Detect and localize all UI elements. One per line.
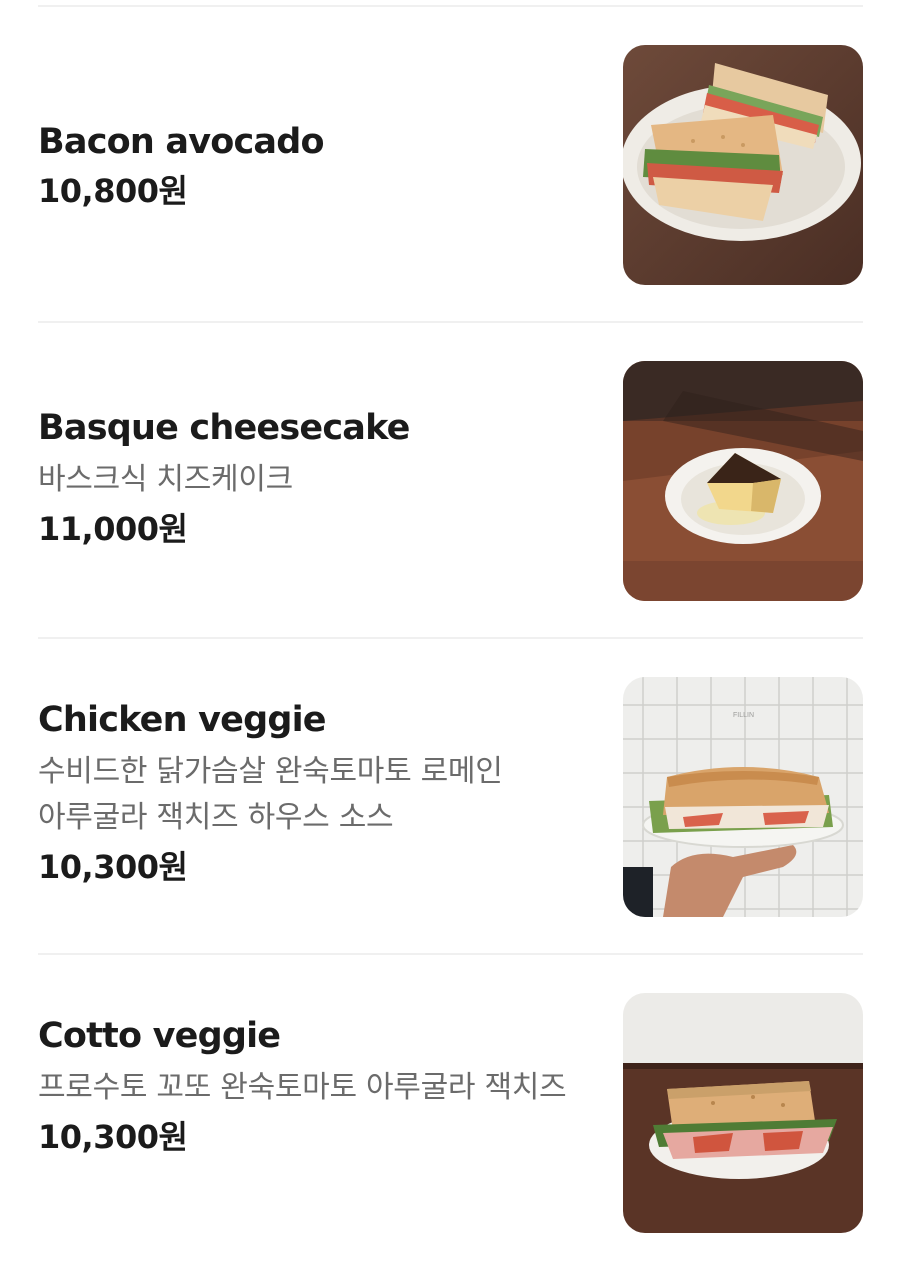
cotto-veggie-sandwich-photo[interactable] [623, 993, 863, 1233]
menu-list: Bacon avocado 10,800원 Basque cheesecake … [38, 0, 863, 1269]
menu-item-price: 10,800원 [38, 172, 188, 210]
menu-item-description: 프로수토 꼬또 완숙토마토 아루굴라 잭치즈 [38, 1070, 567, 1105]
menu-item-bacon-avocado[interactable]: Bacon avocado 10,800원 [38, 7, 863, 321]
menu-item-name: Cotto veggie [38, 1016, 281, 1056]
menu-item-info: Cotto veggie 프로수토 꼬또 완숙토마토 아루굴라 잭치즈 10,3… [38, 1013, 583, 1159]
menu-item-name: Chicken veggie [38, 700, 327, 740]
menu-item-price: 10,300원 [38, 1118, 188, 1156]
menu-item-description: 수비드한 닭가슴살 완숙토마토 로메인 아루굴라 잭치즈 하우스 소스 [38, 754, 503, 835]
menu-item-info: Chicken veggie 수비드한 닭가슴살 완숙토마토 로메인 아루굴라 … [38, 697, 583, 889]
photo-sign-text: FILLIN [733, 712, 754, 719]
menu-item-info: Basque cheesecake 바스크식 치즈케이크 11,000원 [38, 405, 583, 551]
menu-item-name: Bacon avocado [38, 122, 325, 162]
menu-item-price: 10,300원 [38, 848, 188, 886]
menu-item-cotto-veggie[interactable]: Cotto veggie 프로수토 꼬또 완숙토마토 아루굴라 잭치즈 10,3… [38, 955, 863, 1269]
menu-item-price: 11,000원 [38, 510, 188, 548]
bacon-avocado-sandwich-photo[interactable] [623, 45, 863, 285]
chicken-veggie-sandwich-photo[interactable]: FILLIN [623, 677, 863, 917]
menu-item-name: Basque cheesecake [38, 408, 410, 448]
menu-item-info: Bacon avocado 10,800원 [38, 119, 583, 213]
menu-item-basque-cheesecake[interactable]: Basque cheesecake 바스크식 치즈케이크 11,000원 [38, 323, 863, 637]
basque-cheesecake-photo[interactable] [623, 361, 863, 601]
menu-item-chicken-veggie[interactable]: Chicken veggie 수비드한 닭가슴살 완숙토마토 로메인 아루굴라 … [38, 639, 863, 953]
menu-item-description: 바스크식 치즈케이크 [38, 462, 293, 497]
